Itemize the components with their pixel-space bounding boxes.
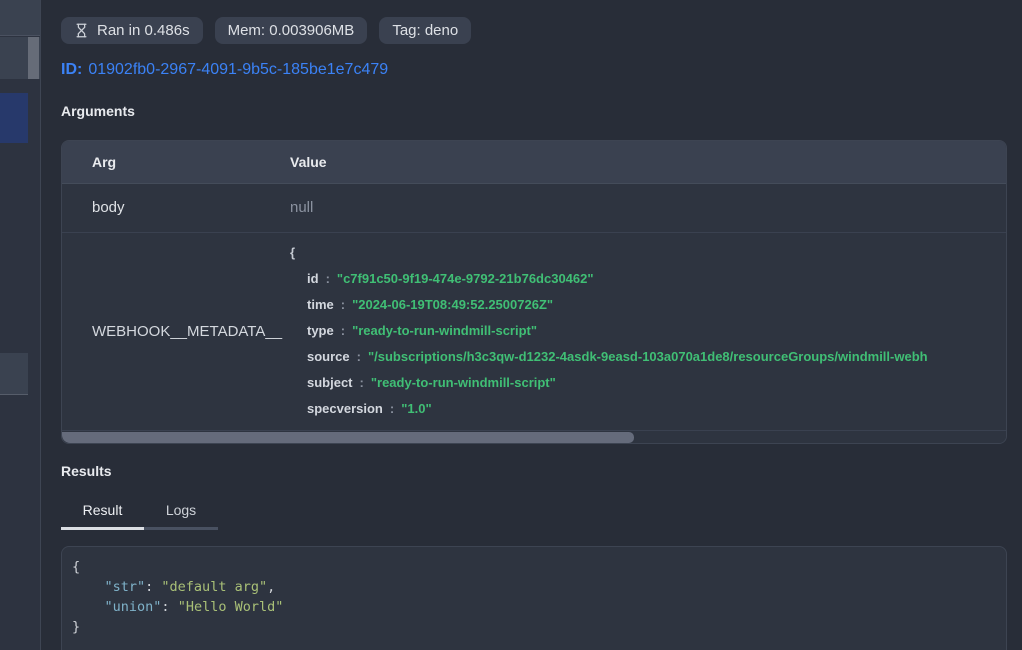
job-detail-pane: Ran in 0.486s Mem: 0.003906MB Tag: deno …: [41, 0, 1022, 650]
hourglass-icon: [74, 23, 89, 38]
table-row-webhook-metadata: WEBHOOK__METADATA__ { id:"c7f91c50-9f19-…: [62, 233, 1006, 431]
job-stat-badges: Ran in 0.486s Mem: 0.003906MB Tag: deno: [61, 17, 1008, 44]
sidebar-active-item[interactable]: [0, 93, 28, 143]
results-heading: Results: [61, 463, 1008, 479]
json-entry-specversion: specversion:"1.0": [290, 396, 1006, 422]
memory-badge: Mem: 0.003906MB: [215, 17, 368, 44]
webhook-metadata-json: { id:"c7f91c50-9f19-474e-9792-21b76dc304…: [290, 240, 1006, 422]
sidebar-strip: [0, 0, 41, 650]
value-column-header: Value: [290, 154, 1006, 170]
arg-value-null: null: [290, 199, 1006, 216]
runtime-badge: Ran in 0.486s: [61, 17, 203, 44]
tag-badge: Tag: deno: [379, 17, 471, 44]
json-entry-subject: subject:"ready-to-run-windmill-script": [290, 370, 1006, 396]
result-json-code: { "str": "default arg", "union": "Hello …: [62, 547, 1006, 647]
arguments-table: Arg Value body null WEBHOOK__METADATA__ …: [61, 140, 1007, 444]
sidebar-lower-block: [0, 353, 28, 395]
result-output-box: { "str": "default arg", "union": "Hello …: [61, 546, 1007, 650]
tab-logs[interactable]: Logs: [144, 502, 218, 530]
memory-badge-label: Mem: 0.003906MB: [228, 22, 355, 39]
table-horizontal-scrollbar: [62, 431, 1006, 443]
json-open-brace: {: [290, 240, 1006, 266]
arg-name: body: [62, 199, 290, 216]
table-scrollbar-thumb[interactable]: [62, 432, 634, 443]
arg-column-header: Arg: [62, 154, 290, 170]
tag-badge-label: Tag: deno: [392, 22, 458, 39]
sidebar-top-block: [0, 0, 40, 36]
job-id-link[interactable]: 01902fb0-2967-4091-9b5c-185be1e7c479: [88, 61, 388, 78]
table-row-body: body null: [62, 184, 1006, 233]
runtime-badge-label: Ran in 0.486s: [97, 22, 190, 39]
sidebar-scrollbar-thumb[interactable]: [28, 37, 39, 79]
arguments-table-header: Arg Value: [62, 141, 1006, 184]
arguments-heading: Arguments: [61, 103, 1008, 119]
json-entry-id: id:"c7f91c50-9f19-474e-9792-21b76dc30462…: [290, 266, 1006, 292]
job-id-label: ID:: [61, 61, 82, 78]
json-entry-source: source:"/subscriptions/h3c3qw-d1232-4asd…: [290, 344, 1006, 370]
results-tab-bar: Result Logs: [61, 502, 1008, 530]
arg-name: WEBHOOK__METADATA__: [62, 240, 290, 422]
json-entry-type: type:"ready-to-run-windmill-script": [290, 318, 1006, 344]
tab-result[interactable]: Result: [61, 502, 144, 530]
job-id-line: ID: 01902fb0-2967-4091-9b5c-185be1e7c479: [61, 61, 1008, 79]
json-entry-time: time:"2024-06-19T08:49:52.2500726Z": [290, 292, 1006, 318]
